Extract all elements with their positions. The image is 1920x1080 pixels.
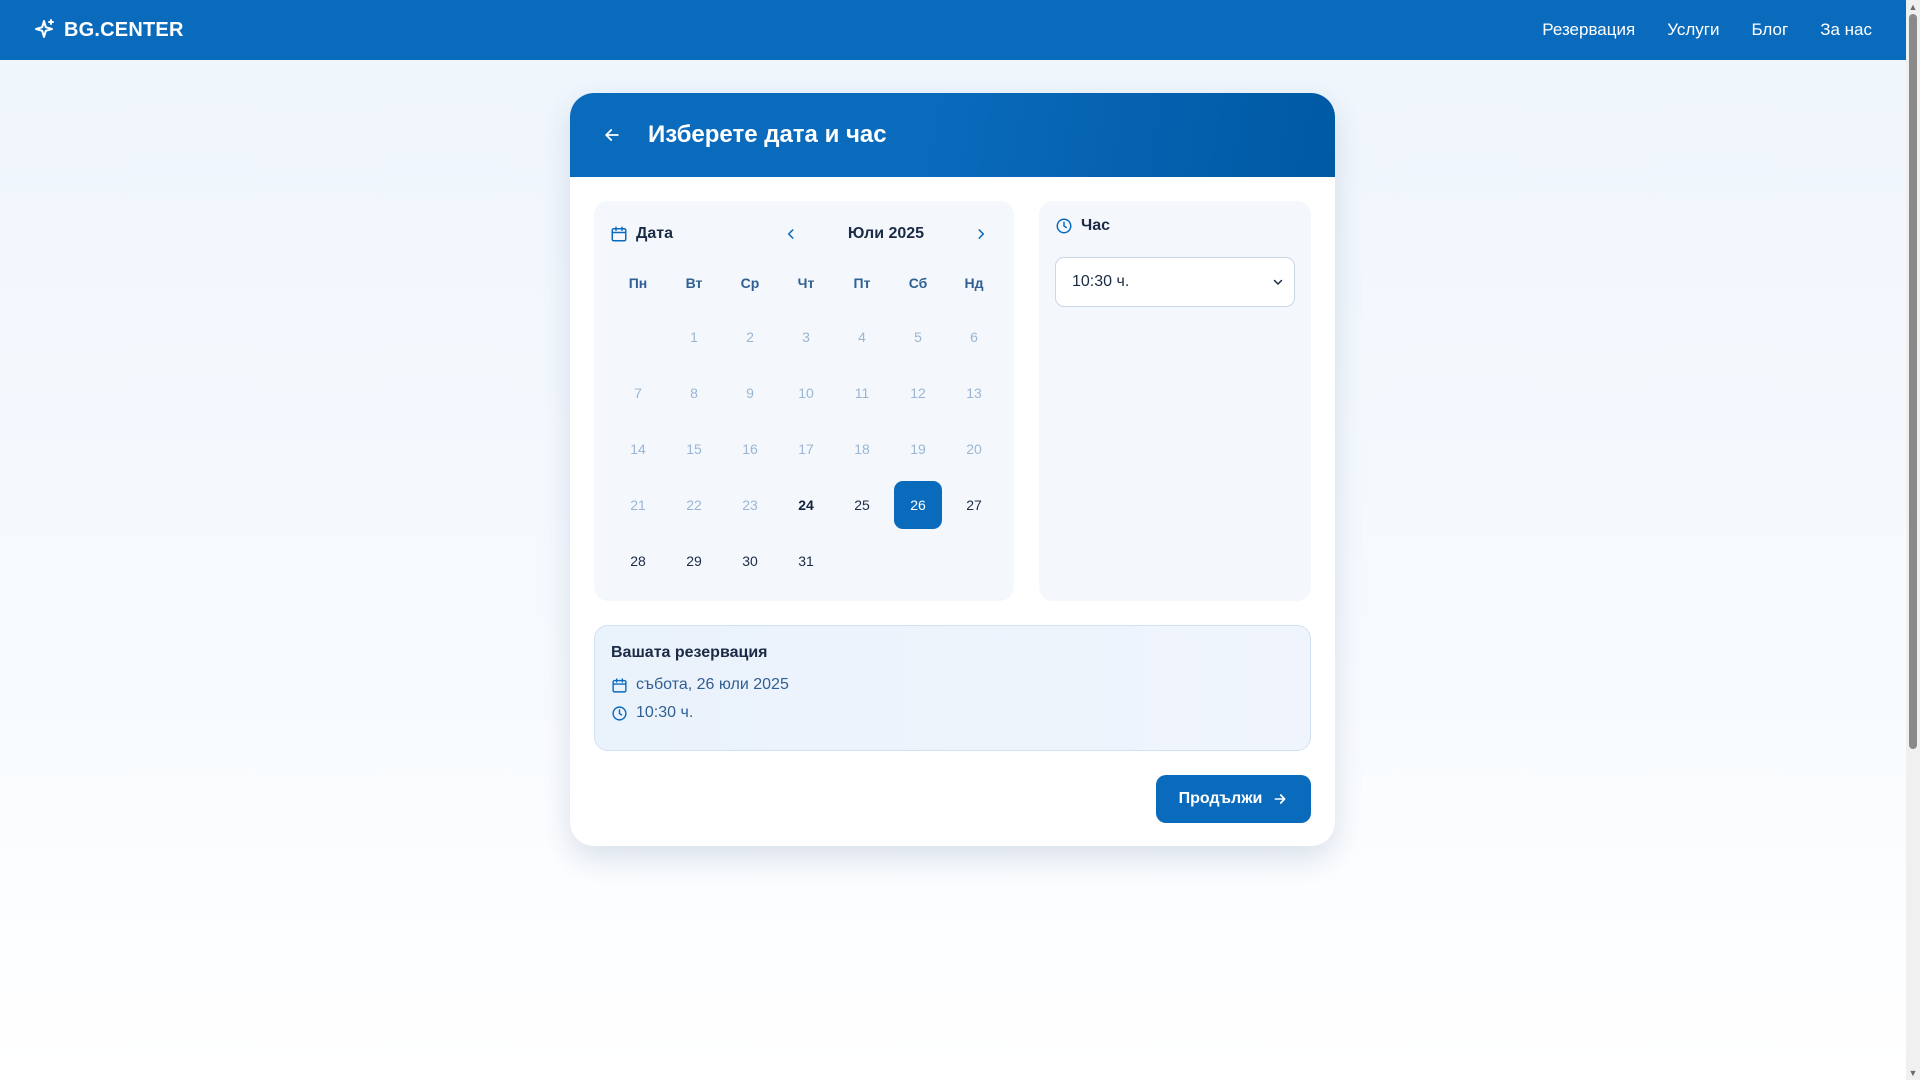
chevron-left-icon xyxy=(787,229,794,239)
nav-link-blog[interactable]: Блог xyxy=(1751,20,1788,40)
summary-time-row: 10:30 ч. xyxy=(611,704,1294,722)
back-button[interactable] xyxy=(602,125,622,145)
weekday-label: Пт xyxy=(853,275,871,291)
page-title: Изберете дата и час xyxy=(648,121,887,148)
top-navbar: BG.CENTER Резервация Услуги Блог За нас xyxy=(0,0,1906,60)
brand-logo[interactable]: BG.CENTER xyxy=(32,18,184,42)
current-month: Юли 2025 xyxy=(847,225,925,242)
weekday-label: Вт xyxy=(685,275,703,291)
calendar-day: 19 xyxy=(910,441,926,457)
calendar-day[interactable]: 25 xyxy=(838,481,886,529)
calendar-day: 1 xyxy=(690,329,698,345)
scrollbar-thumb[interactable] xyxy=(1909,14,1917,749)
time-select-value: 10:30 ч. xyxy=(1072,273,1130,290)
next-month-button[interactable] xyxy=(970,223,992,245)
calendar-day: 4 xyxy=(858,329,866,345)
continue-button[interactable]: Продължи xyxy=(1156,775,1311,823)
calendar-day: 14 xyxy=(630,441,646,457)
calendar-day: 20 xyxy=(966,441,982,457)
calendar-day: 5 xyxy=(914,329,922,345)
calendar-day: 22 xyxy=(686,497,702,513)
clock-icon xyxy=(612,705,627,721)
calendar-day[interactable]: 31 xyxy=(782,537,830,585)
calendar-day[interactable]: 28 xyxy=(614,537,662,585)
clock-icon xyxy=(1056,218,1072,234)
weekday-label: Нд xyxy=(964,275,984,291)
calendar-day: 16 xyxy=(742,441,758,457)
calendar-header: Дата Юли 2025 xyxy=(610,221,998,247)
month-navigation: Юли 2025 xyxy=(780,221,992,247)
calendar-day-selected[interactable]: 26 xyxy=(894,481,942,529)
calendar-day: 10 xyxy=(798,385,814,401)
prev-month-button[interactable] xyxy=(780,223,802,245)
calendar-day: 17 xyxy=(798,441,814,457)
weekday-header: Пн Вт Ср Чт Пт Сб Нд xyxy=(610,275,1002,291)
calendar-day: 21 xyxy=(630,497,646,513)
chevron-down-icon xyxy=(1273,279,1283,285)
brand-name: BG.CENTER xyxy=(64,18,184,41)
reservation-summary: Вашата резервация събота, 26 юли 2025 10… xyxy=(594,625,1311,751)
calendar-day: 2 xyxy=(746,329,754,345)
sparkle-icon xyxy=(35,19,54,38)
calendar-day: 12 xyxy=(910,385,926,401)
calendar-panel: Дата Юли 2025 Пн Вт Ср Чт Пт Сб Нд 1 2 3… xyxy=(594,201,1014,601)
calendar-day: 15 xyxy=(686,441,702,457)
summary-time: 10:30 ч. xyxy=(636,704,694,721)
weekday-label: Сб xyxy=(908,275,928,291)
calendar-day: 3 xyxy=(802,329,810,345)
calendar-day: 7 xyxy=(634,385,642,401)
continue-label: Продължи xyxy=(1178,790,1263,807)
time-section-label: Час xyxy=(1055,217,1110,235)
weekday-label: Чт xyxy=(797,275,815,291)
date-label: Дата xyxy=(636,225,674,242)
calendar-day[interactable]: 30 xyxy=(726,537,774,585)
chevron-right-icon xyxy=(978,229,985,239)
summary-date-row: събота, 26 юли 2025 xyxy=(611,676,1294,694)
card-header: Изберете дата и час xyxy=(570,93,1335,177)
calendar-day: 6 xyxy=(970,329,978,345)
card-body: Дата Юли 2025 Пн Вт Ср Чт Пт Сб Нд 1 2 3… xyxy=(570,177,1335,823)
time-label: Час xyxy=(1081,217,1111,234)
calendar-icon xyxy=(612,677,627,693)
weekday-label: Ср xyxy=(740,275,760,291)
date-section-label: Дата xyxy=(610,225,673,243)
calendar-day: 8 xyxy=(690,385,698,401)
calendar-day[interactable]: 29 xyxy=(670,537,718,585)
calendar-day: 13 xyxy=(966,385,982,401)
summary-title: Вашата резервация xyxy=(611,644,768,661)
nav-link-reservation[interactable]: Резервация xyxy=(1542,20,1635,40)
calendar-days-grid: 1 2 3 4 5 6 7 8 9 10 11 12 13 14 15 16 17 18 19 20 21 22 23 24 2… xyxy=(610,309,1002,589)
booking-card: Изберете дата и час Дата Юли 2025 Пн Вт … xyxy=(570,93,1335,846)
weekday-label: Пн xyxy=(628,275,648,291)
calendar-day: 18 xyxy=(854,441,870,457)
time-panel: Час 10:30 ч. xyxy=(1039,201,1311,601)
main-nav: Резервация Услуги Блог За нас xyxy=(1542,20,1872,40)
calendar-blank-cell xyxy=(610,309,666,365)
calendar-day: 23 xyxy=(742,497,758,513)
arrow-right-icon xyxy=(1274,794,1286,804)
arrow-left-icon xyxy=(605,129,619,141)
scroll-down-arrow-icon[interactable]: ▼ xyxy=(1908,1066,1918,1080)
calendar-day[interactable]: 24 xyxy=(782,481,830,529)
calendar-day: 9 xyxy=(746,385,754,401)
scroll-up-arrow-icon[interactable]: ▲ xyxy=(1908,0,1918,14)
time-select[interactable]: 10:30 ч. xyxy=(1055,257,1295,307)
summary-date: събота, 26 юли 2025 xyxy=(636,676,789,693)
nav-link-about[interactable]: За нас xyxy=(1820,20,1872,40)
vertical-scrollbar[interactable]: ▲ ▼ xyxy=(1906,0,1920,1080)
calendar-day: 11 xyxy=(854,385,870,401)
nav-link-services[interactable]: Услуги xyxy=(1667,20,1719,40)
calendar-icon xyxy=(611,226,627,242)
calendar-day[interactable]: 27 xyxy=(950,481,998,529)
